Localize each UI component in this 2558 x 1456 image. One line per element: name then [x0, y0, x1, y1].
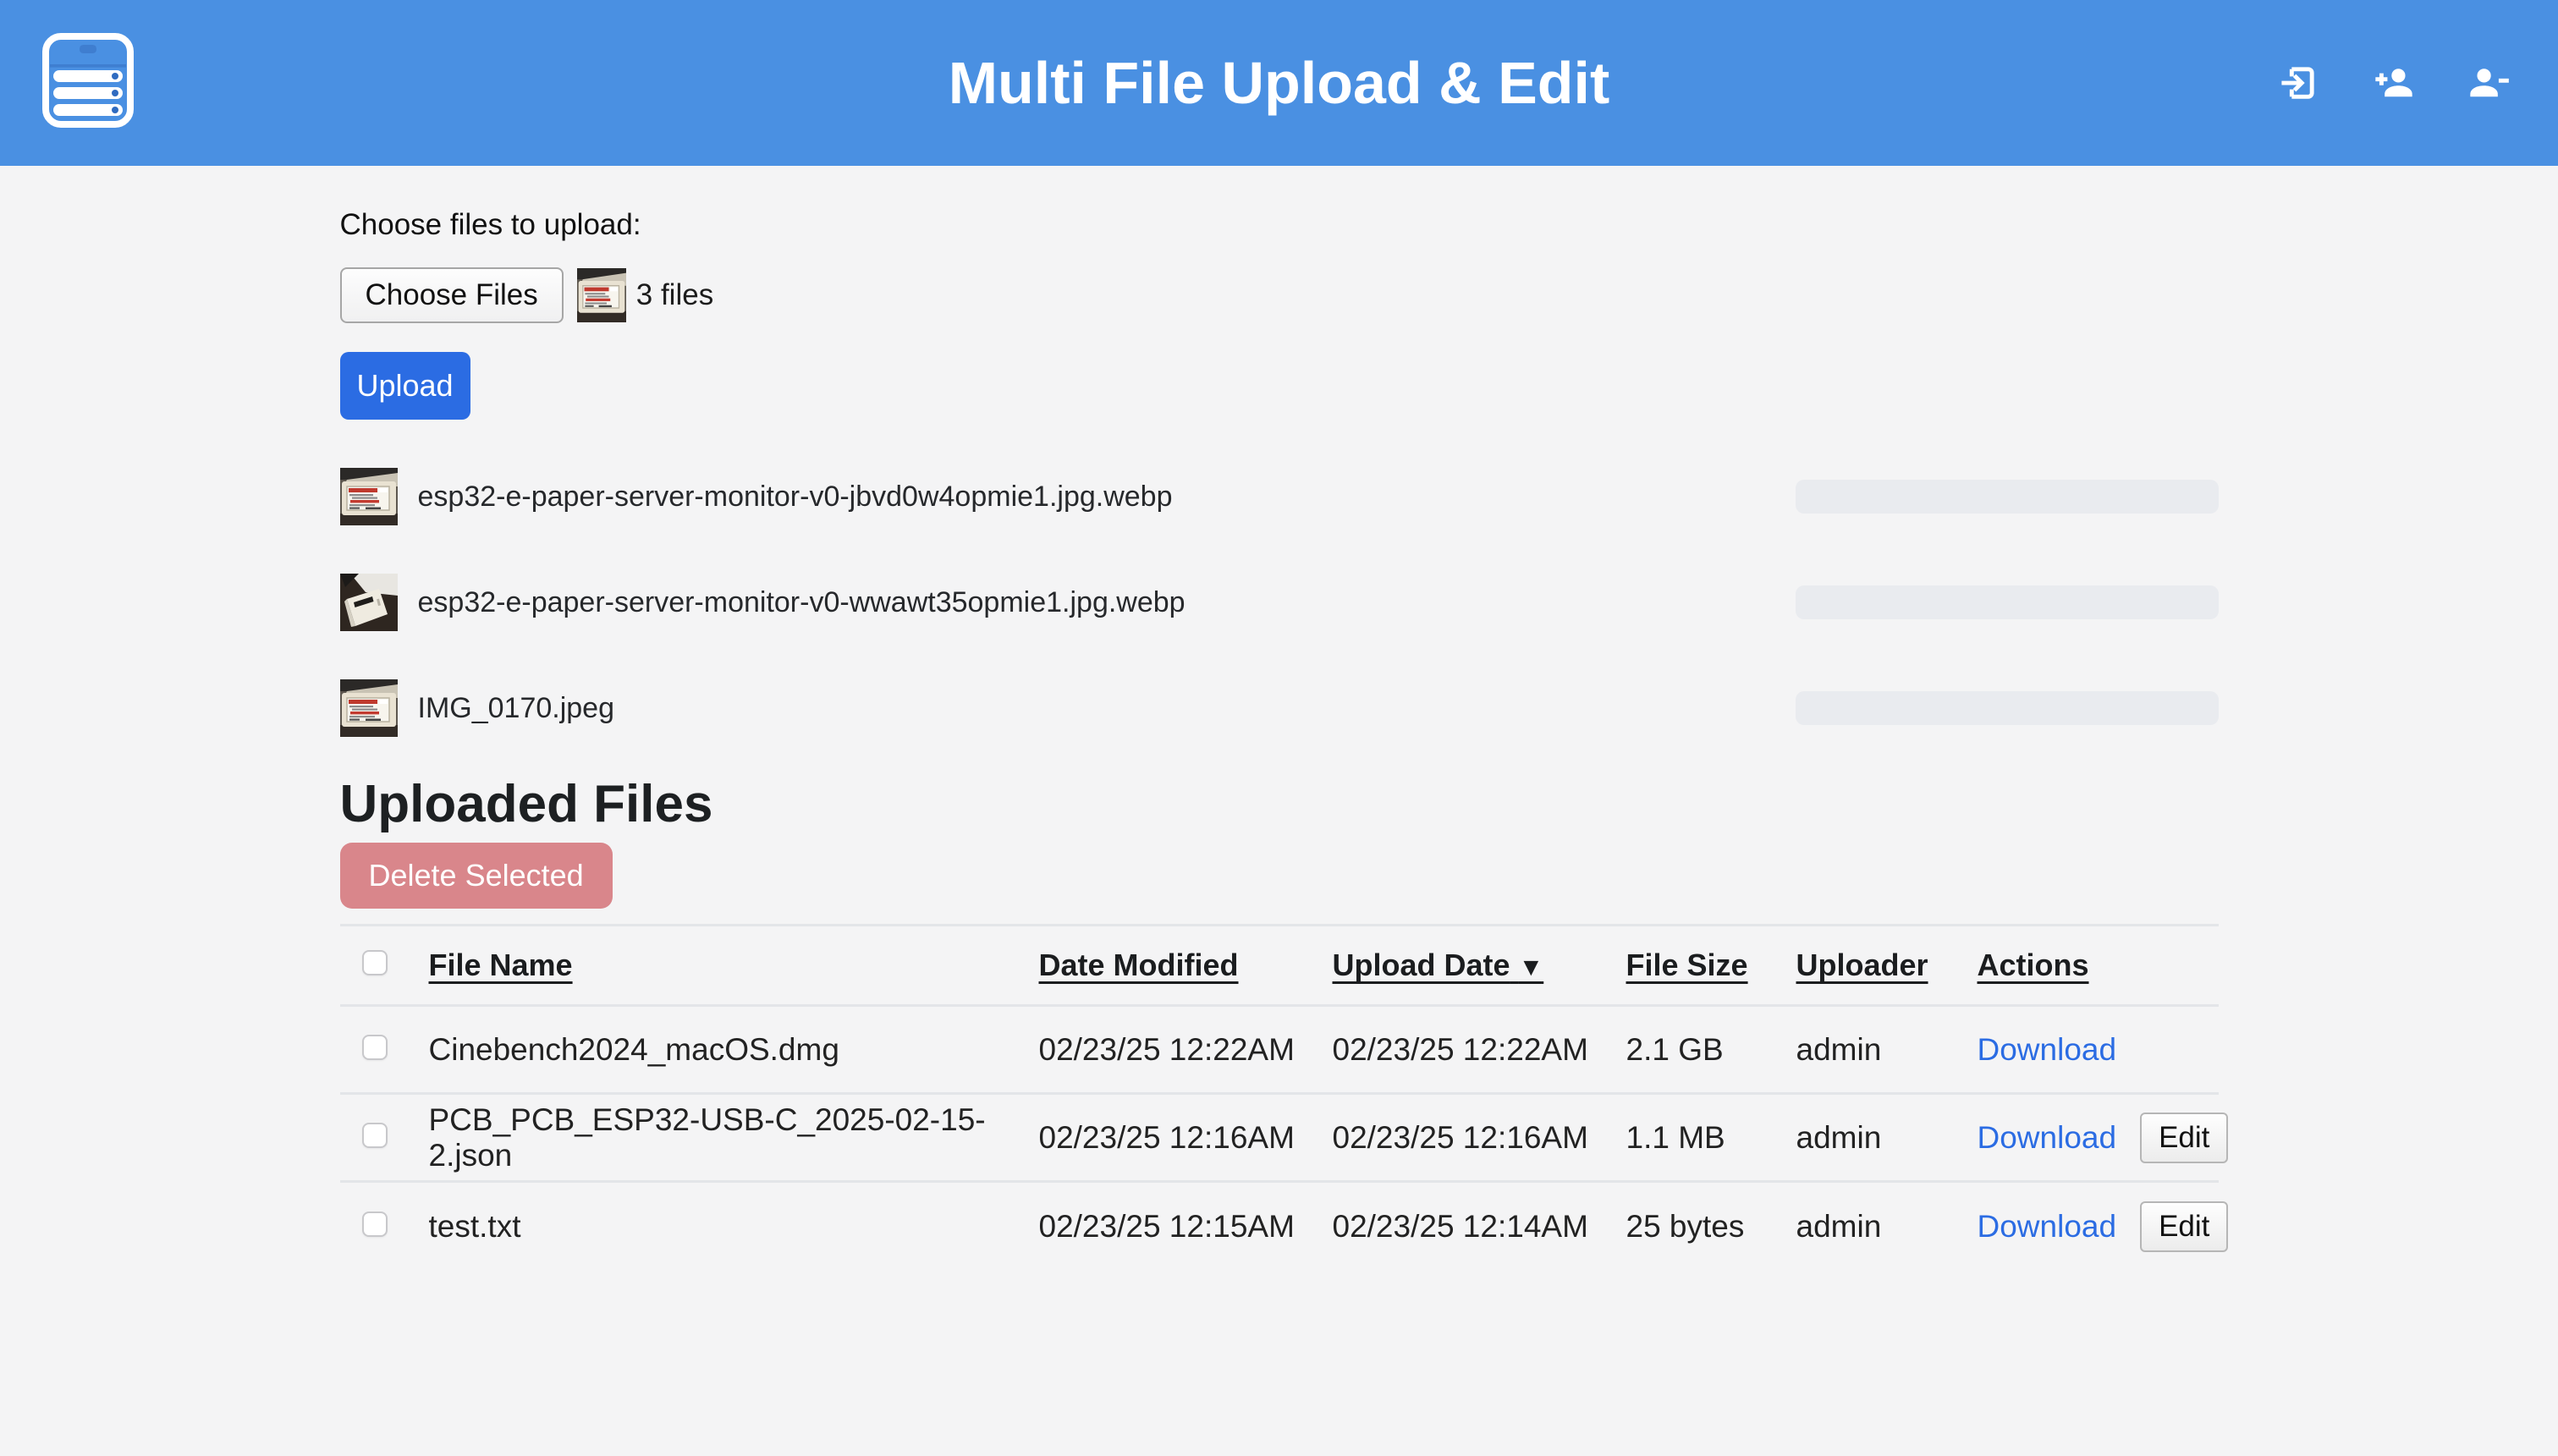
upload-progress-bar — [1796, 585, 2219, 619]
cell-file-size: 25 bytes — [1626, 1182, 1796, 1270]
cell-file-size: 2.1 GB — [1626, 1006, 1796, 1094]
selected-files-thumbnail — [577, 268, 626, 322]
column-header-file-name[interactable]: File Name — [429, 926, 1039, 1006]
table-header-row: File Name Date Modified Upload Date ▼ Fi… — [340, 926, 2219, 1006]
upload-progress-bar — [1796, 691, 2219, 725]
main-content: Choose files to upload: Choose Files 3 f… — [340, 166, 2219, 1270]
cell-file-size: 1.1 MB — [1626, 1094, 1796, 1182]
download-link[interactable]: Download — [1978, 1209, 2117, 1244]
table-row: test.txt 02/23/25 12:15AM 02/23/25 12:14… — [340, 1182, 2219, 1270]
sort-descending-icon: ▼ — [1519, 953, 1544, 981]
row-checkbox[interactable] — [362, 1123, 388, 1148]
column-header-actions[interactable]: Actions — [1978, 926, 2219, 1006]
cell-upload-date: 02/23/25 12:22AM — [1333, 1006, 1626, 1094]
upload-queue-item: IMG_0170.jpeg — [340, 679, 2219, 737]
file-count-text: 3 files — [636, 278, 713, 312]
cell-upload-date: 02/23/25 12:14AM — [1333, 1182, 1626, 1270]
edit-button[interactable]: Edit — [2140, 1113, 2228, 1163]
column-header-upload-date[interactable]: Upload Date ▼ — [1333, 926, 1626, 1006]
header-icon-group — [2277, 0, 2511, 166]
cell-file-name: Cinebench2024_macOS.dmg — [429, 1006, 1039, 1094]
uploaded-files-heading: Uploaded Files — [340, 774, 2219, 834]
table-row: Cinebench2024_macOS.dmg 02/23/25 12:22AM… — [340, 1006, 2219, 1094]
column-header-file-size[interactable]: File Size — [1626, 926, 1796, 1006]
app-header: Multi File Upload & Edit — [0, 0, 2558, 166]
column-header-uploader[interactable]: Uploader — [1796, 926, 1978, 1006]
edit-button[interactable]: Edit — [2140, 1201, 2228, 1252]
cell-uploader: admin — [1796, 1094, 1978, 1182]
cell-file-name: PCB_PCB_ESP32-USB-C_2025-02-15-2.json — [429, 1094, 1039, 1182]
column-header-date-modified[interactable]: Date Modified — [1039, 926, 1333, 1006]
row-checkbox[interactable] — [362, 1035, 388, 1060]
row-checkbox[interactable] — [362, 1212, 388, 1237]
upload-queue-item: esp32-e-paper-server-monitor-v0-wwawt35o… — [340, 574, 2219, 631]
download-link[interactable]: Download — [1978, 1120, 2117, 1156]
page-title: Multi File Upload & Edit — [0, 49, 2558, 117]
cell-upload-date: 02/23/25 12:16AM — [1333, 1094, 1626, 1182]
cell-date-modified: 02/23/25 12:22AM — [1039, 1006, 1333, 1094]
select-all-checkbox[interactable] — [362, 950, 388, 975]
server-logo-icon — [41, 30, 135, 130]
table-row: PCB_PCB_ESP32-USB-C_2025-02-15-2.json 02… — [340, 1094, 2219, 1182]
upload-progress-bar — [1796, 480, 2219, 514]
file-input-row: Choose Files 3 files — [340, 267, 2219, 323]
upload-file-name: IMG_0170.jpeg — [418, 692, 615, 725]
choose-files-label: Choose files to upload: — [340, 166, 2219, 242]
cell-file-name: test.txt — [429, 1182, 1039, 1270]
cell-date-modified: 02/23/25 12:16AM — [1039, 1094, 1333, 1182]
choose-files-button[interactable]: Choose Files — [340, 267, 564, 323]
cell-date-modified: 02/23/25 12:15AM — [1039, 1182, 1333, 1270]
file-thumbnail — [340, 574, 398, 631]
upload-file-name: esp32-e-paper-server-monitor-v0-jbvd0w4o… — [418, 481, 1173, 514]
person-remove-icon[interactable] — [2467, 61, 2511, 105]
delete-selected-button[interactable]: Delete Selected — [340, 843, 613, 909]
download-link[interactable]: Download — [1978, 1032, 2117, 1068]
person-add-icon[interactable] — [2372, 61, 2416, 105]
login-icon[interactable] — [2277, 61, 2321, 105]
upload-button[interactable]: Upload — [340, 352, 470, 420]
cell-uploader: admin — [1796, 1006, 1978, 1094]
cell-uploader: admin — [1796, 1182, 1978, 1270]
uploaded-files-table: File Name Date Modified Upload Date ▼ Fi… — [340, 924, 2219, 1270]
file-thumbnail — [340, 468, 398, 525]
upload-file-name: esp32-e-paper-server-monitor-v0-wwawt35o… — [418, 586, 1185, 619]
upload-queue-item: esp32-e-paper-server-monitor-v0-jbvd0w4o… — [340, 468, 2219, 525]
file-thumbnail — [340, 679, 398, 737]
